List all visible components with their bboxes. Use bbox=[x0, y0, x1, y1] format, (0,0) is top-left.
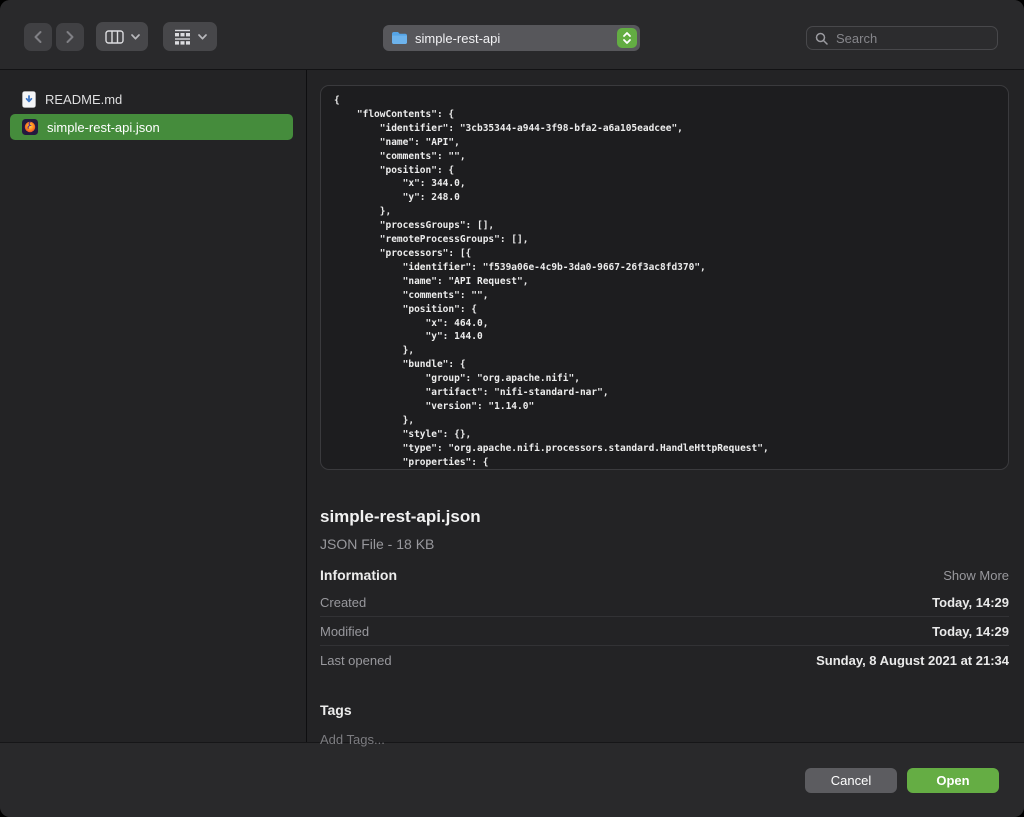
info-row: Modified Today, 14:29 bbox=[320, 617, 1009, 646]
group-view-button[interactable] bbox=[163, 22, 217, 51]
folder-icon bbox=[391, 31, 408, 45]
info-row-value: Today, 14:29 bbox=[932, 624, 1009, 639]
open-file-dialog: simple-rest-api README.md simple-rest-api… bbox=[0, 0, 1024, 817]
folder-stepper-icon bbox=[617, 28, 637, 48]
open-button[interactable]: Open bbox=[907, 768, 999, 793]
info-row-label: Modified bbox=[320, 624, 369, 639]
group-items-icon bbox=[174, 29, 191, 45]
file-name-title: simple-rest-api.json bbox=[320, 507, 1009, 527]
information-heading: Information bbox=[320, 567, 397, 583]
file-row[interactable]: simple-rest-api.json bbox=[10, 114, 293, 140]
file-info-section: simple-rest-api.json JSON File - 18 KB I… bbox=[320, 507, 1009, 747]
info-row-label: Last opened bbox=[320, 653, 392, 668]
show-more-link[interactable]: Show More bbox=[943, 568, 1009, 583]
json-preview-code: { "flowContents": { "identifier": "3cb35… bbox=[321, 86, 1008, 470]
dialog-content: README.md simple-rest-api.json { "flowCon… bbox=[0, 70, 1024, 742]
chevron-left-icon bbox=[33, 30, 43, 44]
back-button[interactable] bbox=[24, 23, 52, 51]
file-preview-box: { "flowContents": { "identifier": "3cb35… bbox=[320, 85, 1009, 470]
preview-pane: { "flowContents": { "identifier": "3cb35… bbox=[307, 70, 1024, 742]
info-row: Last opened Sunday, 8 August 2021 at 21:3… bbox=[320, 646, 1009, 675]
add-tags-field[interactable]: Add Tags... bbox=[320, 732, 1009, 747]
file-list-sidebar: README.md simple-rest-api.json bbox=[0, 70, 307, 742]
file-name-label: simple-rest-api.json bbox=[47, 120, 160, 135]
search-input[interactable] bbox=[834, 30, 1014, 47]
info-row-value: Today, 14:29 bbox=[932, 595, 1009, 610]
info-row-label: Created bbox=[320, 595, 366, 610]
file-kind-size: JSON File - 18 KB bbox=[320, 536, 1009, 552]
file-row[interactable]: README.md bbox=[10, 86, 293, 112]
forward-button[interactable] bbox=[56, 23, 84, 51]
dialog-footer: Cancel Open bbox=[0, 742, 1024, 817]
toolbar: simple-rest-api bbox=[0, 0, 1024, 70]
markdown-file-icon bbox=[22, 91, 36, 108]
search-icon bbox=[815, 32, 828, 45]
chevron-right-icon bbox=[65, 30, 75, 44]
chevron-down-icon bbox=[131, 34, 140, 40]
columns-view-icon bbox=[105, 30, 124, 44]
tags-heading: Tags bbox=[320, 702, 1009, 718]
chevron-down-icon bbox=[198, 34, 207, 40]
info-row: Created Today, 14:29 bbox=[320, 588, 1009, 617]
current-folder-dropdown[interactable]: simple-rest-api bbox=[383, 25, 640, 51]
info-row-value: Sunday, 8 August 2021 at 21:34 bbox=[816, 653, 1009, 668]
file-name-label: README.md bbox=[45, 92, 122, 107]
search-field[interactable] bbox=[806, 26, 998, 50]
file-list: README.md simple-rest-api.json bbox=[0, 86, 306, 140]
column-view-button[interactable] bbox=[96, 22, 148, 51]
information-rows: Created Today, 14:29 Modified Today, 14:29 L… bbox=[320, 588, 1009, 675]
current-folder-label: simple-rest-api bbox=[415, 31, 617, 46]
json-file-icon bbox=[22, 119, 38, 135]
cancel-button[interactable]: Cancel bbox=[805, 768, 897, 793]
